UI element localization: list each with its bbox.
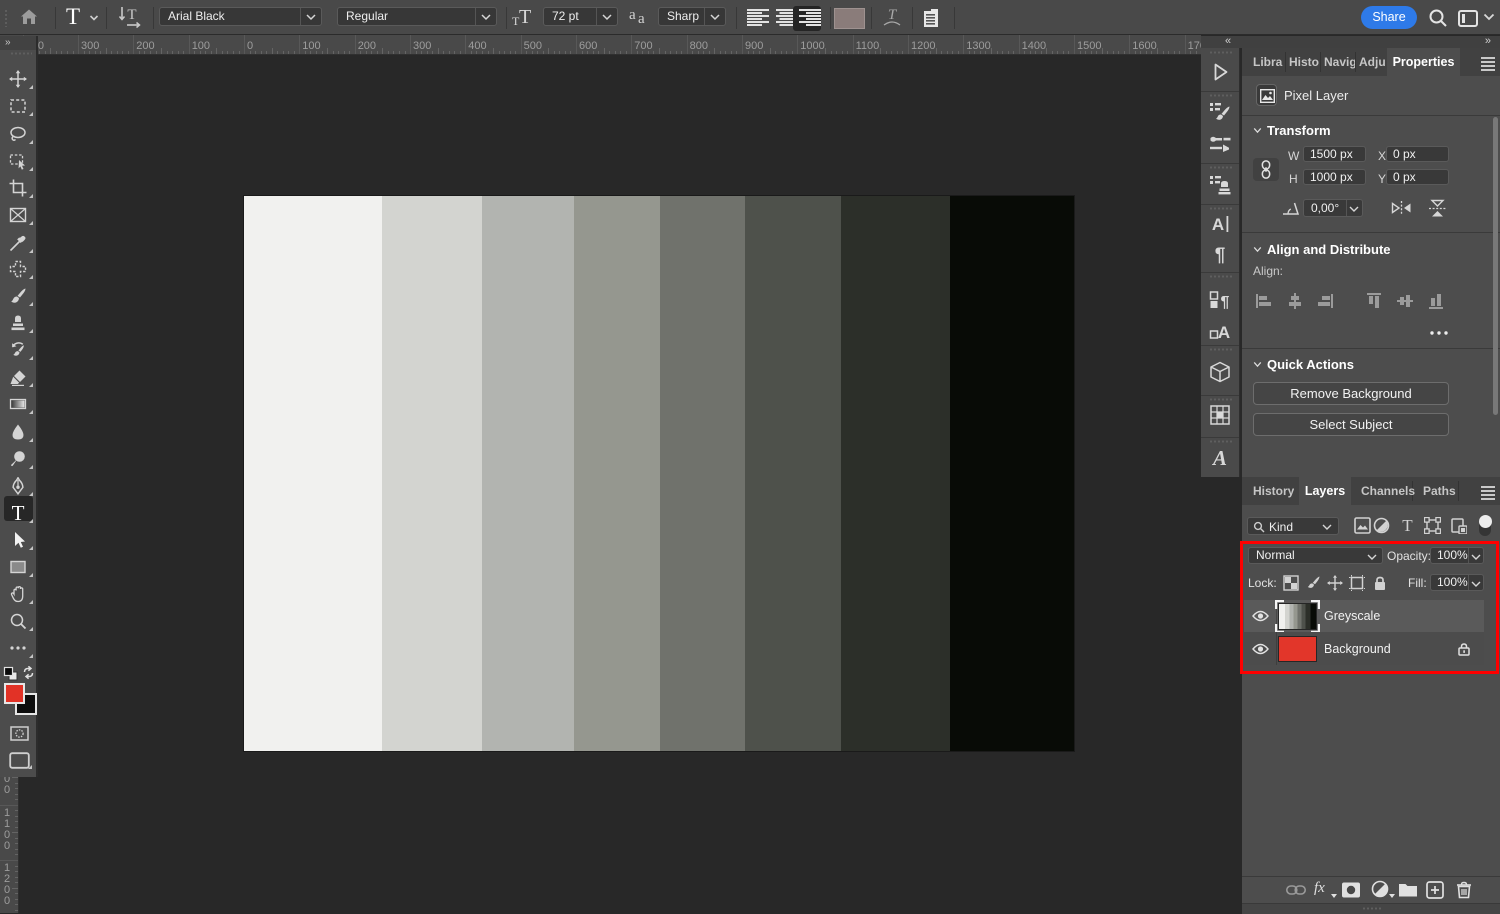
svg-text:¶: ¶ [1215,245,1226,266]
svg-text:T: T [888,7,898,23]
svg-text:A: A [1218,323,1230,342]
svg-text:A: A [1212,215,1224,234]
svg-text:¶: ¶ [1221,294,1230,311]
svg-text:A: A [1211,446,1227,470]
svg-text:T: T [1402,517,1413,534]
svg-text:T: T [127,7,136,23]
